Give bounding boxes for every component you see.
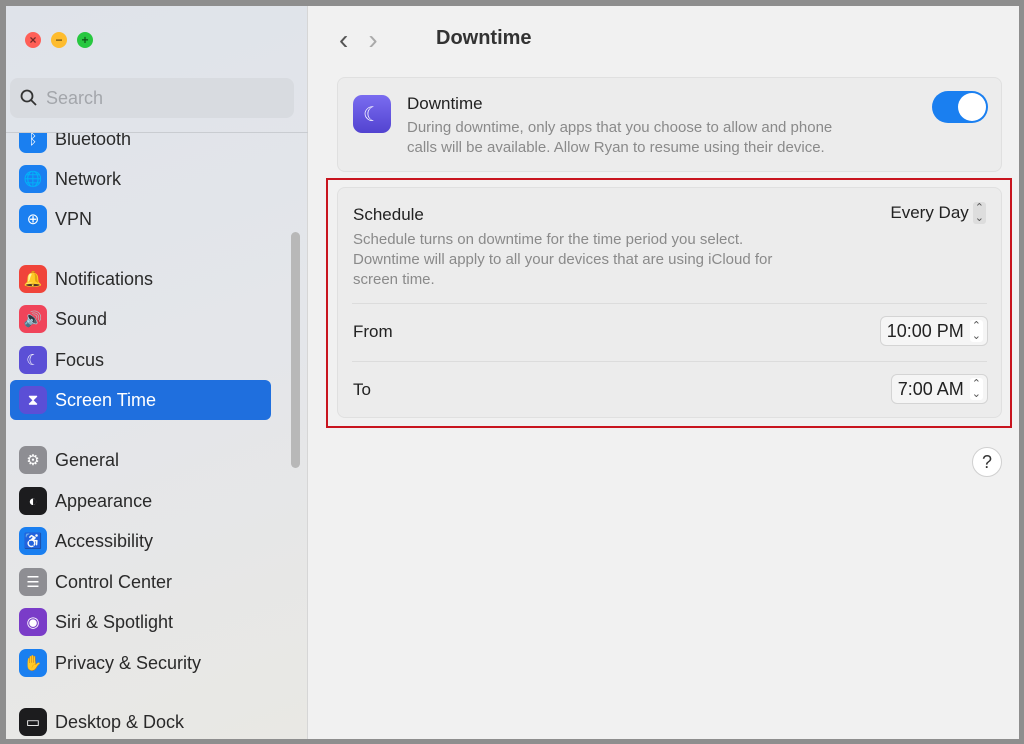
sidebar-item-label: General bbox=[55, 449, 120, 470]
highlight-box bbox=[326, 178, 1012, 428]
appearance-icon: ◐ bbox=[19, 487, 47, 515]
downtime-description: calls will be available. Allow Ryan to r… bbox=[407, 139, 825, 156]
vpn-globe-icon: ⊕ bbox=[19, 205, 47, 233]
sidebar-item-label: Privacy & Security bbox=[55, 652, 202, 673]
close-button[interactable]: × bbox=[25, 32, 41, 48]
sidebar-item-vpn[interactable]: ⊕ VPN bbox=[10, 199, 271, 239]
globe-icon: 🌐 bbox=[19, 165, 47, 193]
sidebar-item-focus[interactable]: ☾ Focus bbox=[10, 340, 271, 380]
sidebar-item-label: Appearance bbox=[55, 490, 153, 511]
hand-icon: ✋ bbox=[19, 649, 47, 677]
sidebar-item-label: VPN bbox=[55, 208, 93, 229]
sidebar-item-label: Control Center bbox=[55, 571, 173, 592]
minimize-button[interactable]: − bbox=[51, 32, 67, 48]
sidebar-item-notifications[interactable]: 🔔 Notifications bbox=[10, 259, 271, 299]
page-title: Downtime bbox=[436, 27, 532, 49]
dock-icon: ▭ bbox=[19, 708, 47, 736]
sidebar-item-siri-spotlight[interactable]: ◉ Siri & Spotlight bbox=[10, 602, 271, 642]
search-icon bbox=[20, 89, 37, 106]
moon-icon: ☾ bbox=[19, 346, 47, 374]
sidebar-item-label: Sound bbox=[55, 308, 108, 329]
toggles-icon: ☰ bbox=[19, 568, 47, 596]
sidebar: × − + Search ᛒ Bluetooth 🌐 Network ⊕ VPN 🔔 Notifi… bbox=[6, 6, 308, 739]
sidebar-item-label: Siri & Spotlight bbox=[55, 611, 174, 632]
bluetooth-icon: ᛒ bbox=[19, 133, 47, 153]
accessibility-icon: ♿ bbox=[19, 527, 47, 555]
sidebar-item-bluetooth[interactable]: ᛒ Bluetooth bbox=[10, 133, 271, 159]
sidebar-item-desktop-dock[interactable]: ▭ Desktop & Dock bbox=[10, 702, 271, 739]
sidebar-item-sound[interactable]: 🔊 Sound bbox=[10, 299, 271, 339]
sidebar-item-network[interactable]: 🌐 Network bbox=[10, 159, 271, 199]
help-button[interactable]: ? bbox=[972, 447, 1002, 477]
sidebar-item-label: Bluetooth bbox=[55, 133, 132, 149]
downtime-description: During downtime, only apps that you choo… bbox=[407, 119, 833, 136]
forward-button[interactable]: › bbox=[368, 24, 377, 56]
toggle-knob bbox=[958, 93, 986, 121]
sidebar-item-control-center[interactable]: ☰ Control Center bbox=[10, 562, 271, 602]
sidebar-item-label: Accessibility bbox=[55, 530, 154, 551]
settings-window: × − + Search ᛒ Bluetooth 🌐 Network ⊕ VPN 🔔 Notifi… bbox=[6, 6, 1019, 739]
downtime-icon: ☾ bbox=[353, 95, 391, 133]
sidebar-item-label: Screen Time bbox=[55, 389, 157, 410]
sidebar-item-screen-time[interactable]: ⧗ Screen Time bbox=[10, 380, 271, 420]
search-input[interactable]: Search bbox=[10, 78, 294, 118]
sidebar-item-label: Notifications bbox=[55, 268, 154, 289]
sidebar-item-privacy-security[interactable]: ✋ Privacy & Security bbox=[10, 643, 271, 683]
sidebar-item-label: Desktop & Dock bbox=[55, 711, 185, 732]
downtime-toggle[interactable] bbox=[932, 91, 988, 123]
content-pane: ‹ › Downtime ☾ Downtime During downtime,… bbox=[309, 6, 1019, 739]
search-placeholder: Search bbox=[46, 87, 104, 108]
downtime-title: Downtime bbox=[407, 94, 483, 113]
sidebar-item-general[interactable]: ⚙ General bbox=[10, 440, 271, 480]
sidebar-item-label: Network bbox=[55, 168, 122, 189]
hourglass-icon: ⧗ bbox=[19, 386, 47, 414]
zoom-button[interactable]: + bbox=[77, 32, 93, 48]
downtime-card: ☾ Downtime During downtime, only apps th… bbox=[337, 77, 1002, 172]
sidebar-item-accessibility[interactable]: ♿ Accessibility bbox=[10, 521, 271, 561]
back-button[interactable]: ‹ bbox=[339, 24, 348, 56]
sidebar-item-appearance[interactable]: ◐ Appearance bbox=[10, 481, 271, 521]
sidebar-scrollbar[interactable] bbox=[291, 232, 300, 468]
speaker-icon: 🔊 bbox=[19, 305, 47, 333]
gear-icon: ⚙ bbox=[19, 446, 47, 474]
sidebar-item-label: Focus bbox=[55, 349, 105, 370]
sidebar-list: ᛒ Bluetooth 🌐 Network ⊕ VPN 🔔 Notifications 🔊 Sou… bbox=[6, 133, 308, 739]
bell-icon: 🔔 bbox=[19, 265, 47, 293]
window-controls: × − + bbox=[25, 32, 93, 48]
siri-icon: ◉ bbox=[19, 608, 47, 636]
